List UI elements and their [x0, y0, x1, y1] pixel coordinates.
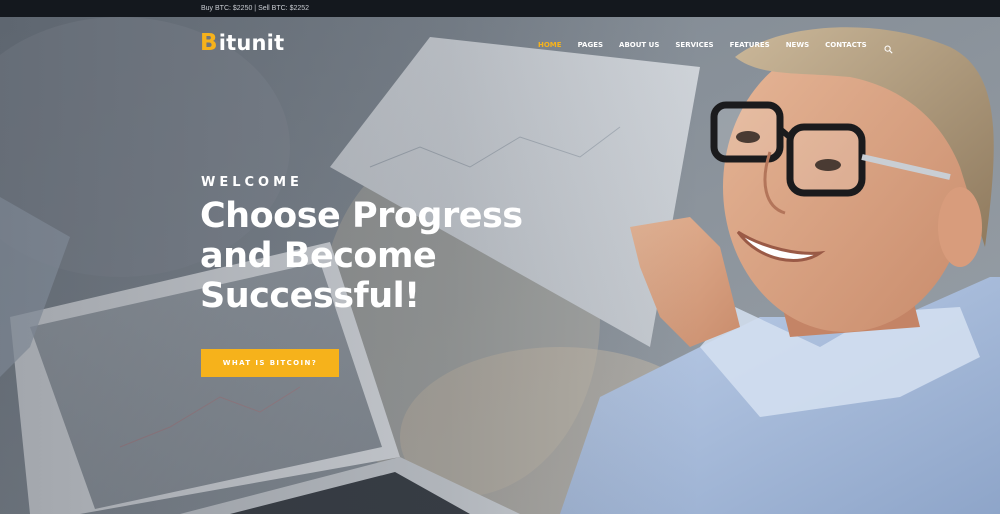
nav-item-services[interactable]: SERVICES	[675, 41, 713, 49]
nav-item-contacts[interactable]: CONTACTS	[825, 41, 867, 49]
search-icon-glyph	[884, 45, 893, 54]
brand-name: itunit	[218, 31, 285, 55]
nav-item-about-us[interactable]: ABOUT US	[619, 41, 659, 49]
search-icon[interactable]	[884, 41, 893, 54]
nav-item-home[interactable]: HOME	[538, 41, 562, 49]
price-ticker-text: Buy BTC: $2250 | Sell BTC: $2252	[201, 5, 310, 12]
hero-headline-line-1: Choose Progress	[200, 196, 523, 236]
hero-headline-line-2: and Become	[200, 236, 437, 276]
nav-item-pages[interactable]: PAGES	[578, 41, 603, 49]
hero-headline-line-3: Successful!	[200, 276, 420, 316]
price-ticker: Buy BTC: $2250 | Sell BTC: $2252	[0, 0, 1000, 17]
what-is-bitcoin-button[interactable]: WHAT IS BITCOIN?	[201, 349, 339, 377]
main-navigation: HOME PAGES ABOUT US SERVICES FEATURES NE…	[538, 39, 893, 54]
nav-item-news[interactable]: NEWS	[786, 41, 809, 49]
hero-headline: Choose Progress and Become Successful!	[200, 196, 620, 316]
nav-item-features[interactable]: FEATURES	[730, 41, 770, 49]
hero-eyebrow: WELCOME	[201, 175, 303, 190]
bitcoin-logo-icon: B	[200, 30, 218, 56]
brand-logo[interactable]: B itunit	[200, 30, 284, 56]
